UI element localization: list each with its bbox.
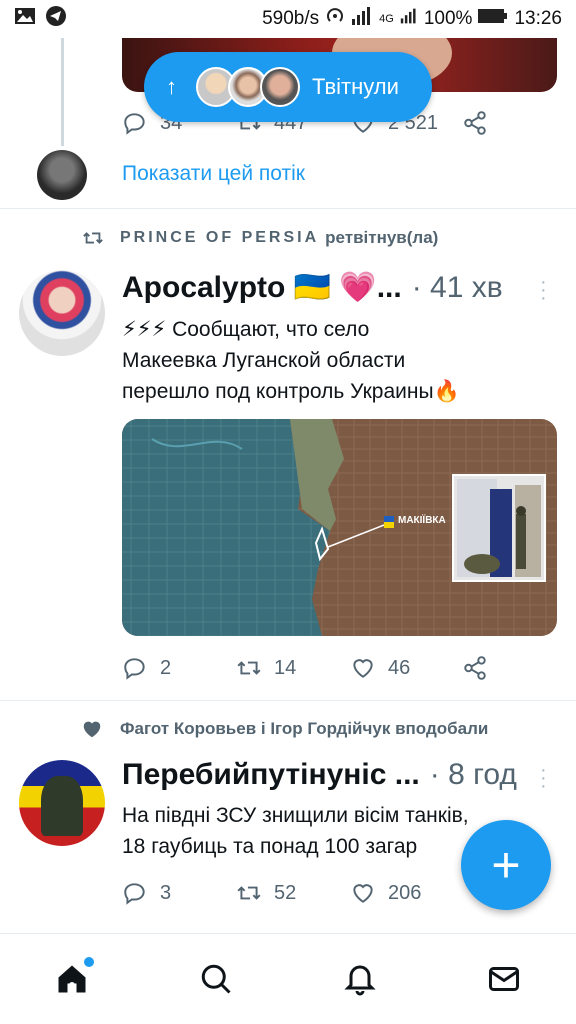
author-name[interactable]: Перебийпутінуніс ... xyxy=(122,758,420,792)
like-count: 206 xyxy=(388,881,422,904)
nav-search[interactable] xyxy=(186,949,246,1009)
liked-by-text: Фагот Коровьев і Ігор Гордійчук вподобал… xyxy=(120,719,489,738)
tweet-map-image[interactable]: МАКІЇВКА xyxy=(122,419,557,636)
bell-icon xyxy=(344,965,376,996)
share-icon xyxy=(464,656,486,680)
tweet-time[interactable]: · 41 хв xyxy=(412,271,503,305)
nav-messages[interactable] xyxy=(474,949,534,1009)
tweet-text: ⚡⚡⚡ Сообщают, что село Макеевка Луганско… xyxy=(122,314,460,407)
like-button[interactable]: 46 xyxy=(350,655,410,681)
status-bar: 590b/s 4G 100% 13:26 xyxy=(0,0,576,38)
heart-filled-icon xyxy=(83,721,101,738)
tweet-header: Apocalypto 🇺🇦 💗... · 41 хв xyxy=(122,270,503,305)
retweeter-name: PRINCE OF PERSIA xyxy=(120,229,320,246)
author-avatar[interactable] xyxy=(19,270,105,356)
tweet-time[interactable]: · 8 год xyxy=(430,758,517,792)
new-tweets-pill[interactable]: ↑ Твітнули xyxy=(144,52,432,122)
heart-icon xyxy=(353,884,373,903)
more-options-icon[interactable]: · · · xyxy=(540,760,547,796)
network-type: 4G xyxy=(379,13,394,25)
like-count: 46 xyxy=(388,656,411,679)
like-button[interactable]: 206 xyxy=(350,880,421,906)
tweet-text-line: 18 гаубиць та понад 100 загар xyxy=(122,835,418,858)
reply-button[interactable]: 3 xyxy=(122,880,171,906)
retweet-icon xyxy=(83,232,103,244)
mail-icon xyxy=(489,967,519,991)
tweet-text-line: Макеевка Луганской области xyxy=(122,349,406,372)
share-icon xyxy=(464,111,486,135)
heart-icon xyxy=(353,659,373,678)
retweet-icon xyxy=(237,661,261,675)
gallery-icon xyxy=(14,7,36,31)
map-graphic xyxy=(122,419,557,636)
show-thread-link[interactable]: Показати цей потік xyxy=(122,162,305,186)
reply-count: 2 xyxy=(160,656,172,679)
notification-dot xyxy=(84,957,94,967)
retweet-count: 14 xyxy=(274,656,297,679)
bottom-nav xyxy=(0,933,576,1024)
tweet-text-line: перешло под контроль Украины🔥 xyxy=(122,380,460,403)
nav-notifications[interactable] xyxy=(330,949,390,1009)
retweet-count: 52 xyxy=(274,881,297,904)
tweet-header: Перебийпутінуніс ... · 8 год xyxy=(122,758,517,792)
reply-button[interactable]: 2 xyxy=(122,655,171,681)
retweeted-suffix: ретвітнув(ла) xyxy=(325,228,439,247)
telegram-icon xyxy=(46,6,66,32)
pill-label: Твітнули xyxy=(312,74,399,99)
reply-icon xyxy=(124,658,145,680)
nav-home[interactable] xyxy=(42,949,102,1009)
retweet-button[interactable]: 14 xyxy=(236,655,296,681)
retweet-icon xyxy=(237,886,261,900)
home-icon xyxy=(58,965,86,993)
liked-by-row[interactable]: Фагот Коровьев і Ігор Гордійчук вподобал… xyxy=(80,718,488,740)
compose-tweet-button[interactable]: + xyxy=(461,820,551,910)
battery-percent: 100% xyxy=(423,8,473,29)
author-name[interactable]: Apocalypto 🇺🇦 💗... xyxy=(122,270,402,305)
pill-avatar xyxy=(260,67,300,107)
battery-icon xyxy=(478,8,508,30)
reply-icon xyxy=(124,113,145,135)
map-label: МАКІЇВКА xyxy=(398,515,446,526)
hotspot-icon xyxy=(325,6,345,32)
signal-icon xyxy=(351,7,373,31)
retweeted-by-row[interactable]: PRINCE OF PERSIA ретвітнув(ла) xyxy=(80,227,438,249)
tweet-text: На півдні ЗСУ знищили вісім танків, 18 г… xyxy=(122,800,469,862)
search-icon xyxy=(201,964,231,994)
reply-icon xyxy=(124,883,145,905)
thread-avatar[interactable] xyxy=(37,150,87,200)
retweet-button[interactable]: 52 xyxy=(236,880,296,906)
author-avatar[interactable] xyxy=(19,760,105,846)
tweet-text-line: На півдні ЗСУ знищили вісім танків, xyxy=(122,804,469,827)
pill-avatars xyxy=(196,67,300,107)
tweet-text-line: ⚡⚡⚡ Сообщают, что село xyxy=(122,318,370,341)
share-button[interactable] xyxy=(462,110,488,136)
reply-count: 3 xyxy=(160,881,172,904)
share-button[interactable] xyxy=(462,655,488,681)
divider xyxy=(0,208,576,209)
arrow-up-icon: ↑ xyxy=(166,74,177,99)
clock: 13:26 xyxy=(514,8,562,29)
signal-icon-2 xyxy=(400,7,418,31)
thread-line xyxy=(61,38,64,146)
divider xyxy=(0,700,576,701)
more-options-icon[interactable]: · · · xyxy=(540,272,547,308)
network-speed: 590b/s xyxy=(262,8,320,29)
